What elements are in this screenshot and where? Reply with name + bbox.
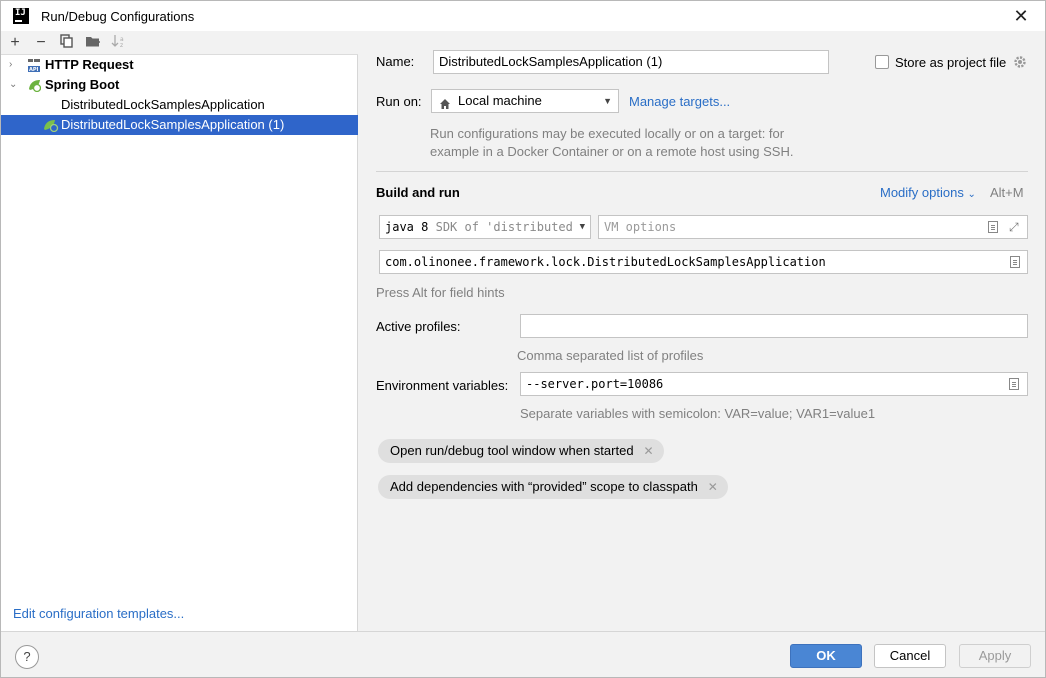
modify-options-label: Modify options <box>880 185 964 200</box>
configurations-toolbar: + − az <box>1 31 358 55</box>
gear-icon[interactable] <box>1013 55 1027 69</box>
apply-button[interactable]: Apply <box>959 644 1031 668</box>
dropdown-arrow-icon: ▼ <box>576 216 585 238</box>
jre-detail: SDK of 'distributed <box>435 220 573 234</box>
run-on-hint-line-1: Run configurations may be executed local… <box>430 126 785 141</box>
manage-targets-link[interactable]: Manage targets... <box>629 94 730 109</box>
add-icon[interactable]: + <box>6 34 24 52</box>
environment-variables-input[interactable]: --server.port=10086 <box>520 372 1028 396</box>
run-on-hint-line-2: example in a Docker Container or on a re… <box>430 144 794 159</box>
run-on-label: Run on: <box>376 94 422 109</box>
separator <box>376 171 1028 172</box>
home-icon <box>439 95 451 109</box>
configuration-editor: Name: DistributedLockSamplesApplication … <box>359 31 1045 631</box>
run-on-value: Local machine <box>458 93 542 108</box>
edit-text-icon[interactable] <box>988 221 998 233</box>
store-as-project-file-label: Store as project file <box>895 55 1007 70</box>
run-on-select[interactable]: Local machine ▼ <box>431 89 619 113</box>
option-chip-label: Open run/debug tool window when started <box>390 443 634 458</box>
intellij-logo-icon: IJ <box>13 8 29 24</box>
field-hints-text: Press Alt for field hints <box>376 285 505 300</box>
active-profiles-input[interactable] <box>520 314 1028 338</box>
tree-node-configuration-selected[interactable]: DistributedLockSamplesApplication (1) <box>1 115 358 135</box>
option-chip[interactable]: Add dependencies with “provided” scope t… <box>378 475 728 499</box>
dropdown-arrow-icon: ▼ <box>603 96 612 106</box>
jre-value: java 8 <box>385 220 429 234</box>
expand-icon[interactable]: ⤢ <box>1009 216 1019 238</box>
spring-boot-icon <box>27 78 42 93</box>
svg-text:z: z <box>120 42 123 48</box>
tree-node-http-request[interactable]: › API HTTP Request <box>1 55 358 75</box>
main-class-input[interactable]: com.olinonee.framework.lock.DistributedL… <box>379 250 1028 274</box>
option-chip[interactable]: Open run/debug tool window when started … <box>378 439 664 463</box>
active-profiles-label: Active profiles: <box>376 319 461 334</box>
tree-node-label: HTTP Request <box>45 57 134 72</box>
environment-variables-hint: Separate variables with semicolon: VAR=v… <box>520 406 876 421</box>
title-bar: IJ Run/Debug Configurations ✕ <box>1 1 1045 31</box>
configurations-tree: › API HTTP Request ⌄ Spring Boot Distrib… <box>1 55 358 135</box>
configurations-sidebar: + − az › API HTTP Request ⌄ Spring Boot … <box>1 31 358 631</box>
vm-options-placeholder: VM options <box>604 220 677 234</box>
remove-option-icon[interactable]: ✕ <box>643 439 653 463</box>
option-chip-label: Add dependencies with “provided” scope t… <box>390 479 698 494</box>
help-button[interactable]: ? <box>15 645 39 669</box>
sort-icon[interactable]: az <box>110 34 128 52</box>
chevron-down-icon[interactable]: ⌄ <box>9 75 19 95</box>
tree-node-spring-boot[interactable]: ⌄ Spring Boot <box>1 75 358 95</box>
tree-node-label: DistributedLockSamplesApplication (1) <box>61 117 285 132</box>
copy-icon[interactable] <box>58 34 76 52</box>
run-debug-configurations-dialog: IJ Run/Debug Configurations ✕ + − az › A… <box>0 0 1046 678</box>
ok-button[interactable]: OK <box>790 644 862 668</box>
chevron-down-icon: ⌄ <box>967 189 976 200</box>
browse-icon[interactable] <box>1010 256 1020 268</box>
dialog-footer: ? OK Cancel Apply <box>1 631 1045 677</box>
edit-environment-variables-icon[interactable] <box>1009 378 1019 390</box>
tree-node-configuration[interactable]: DistributedLockSamplesApplication <box>1 95 358 115</box>
jre-select[interactable]: java 8 SDK of 'distributed ▼ <box>379 215 591 239</box>
http-api-icon: API <box>27 58 41 73</box>
main-class-value: com.olinonee.framework.lock.DistributedL… <box>385 255 826 269</box>
environment-variables-value: --server.port=10086 <box>526 377 664 391</box>
name-label: Name: <box>376 54 415 69</box>
new-folder-icon[interactable] <box>84 34 102 52</box>
chevron-right-icon[interactable]: › <box>9 55 19 75</box>
modify-options-link[interactable]: Modify options ⌄ <box>880 185 976 200</box>
spring-boot-run-icon <box>43 118 59 133</box>
modify-options-shortcut: Alt+M <box>990 185 1024 200</box>
tree-node-label: Spring Boot <box>45 77 120 92</box>
remove-icon[interactable]: − <box>32 34 50 52</box>
store-as-project-file-checkbox[interactable] <box>875 55 889 69</box>
edit-configuration-templates-link[interactable]: Edit configuration templates... <box>13 606 184 621</box>
remove-option-icon[interactable]: ✕ <box>708 475 718 499</box>
build-and-run-title: Build and run <box>376 185 460 200</box>
cancel-button[interactable]: Cancel <box>874 644 946 668</box>
window-title: Run/Debug Configurations <box>41 9 195 24</box>
vm-options-input[interactable]: VM options ⤢ <box>598 215 1028 239</box>
environment-variables-label: Environment variables: <box>376 378 509 393</box>
active-profiles-hint: Comma separated list of profiles <box>517 348 704 363</box>
svg-text:API: API <box>29 67 39 72</box>
close-window-icon[interactable]: ✕ <box>1011 6 1031 26</box>
tree-node-label: DistributedLockSamplesApplication <box>61 97 265 112</box>
name-input[interactable]: DistributedLockSamplesApplication (1) <box>433 50 829 74</box>
